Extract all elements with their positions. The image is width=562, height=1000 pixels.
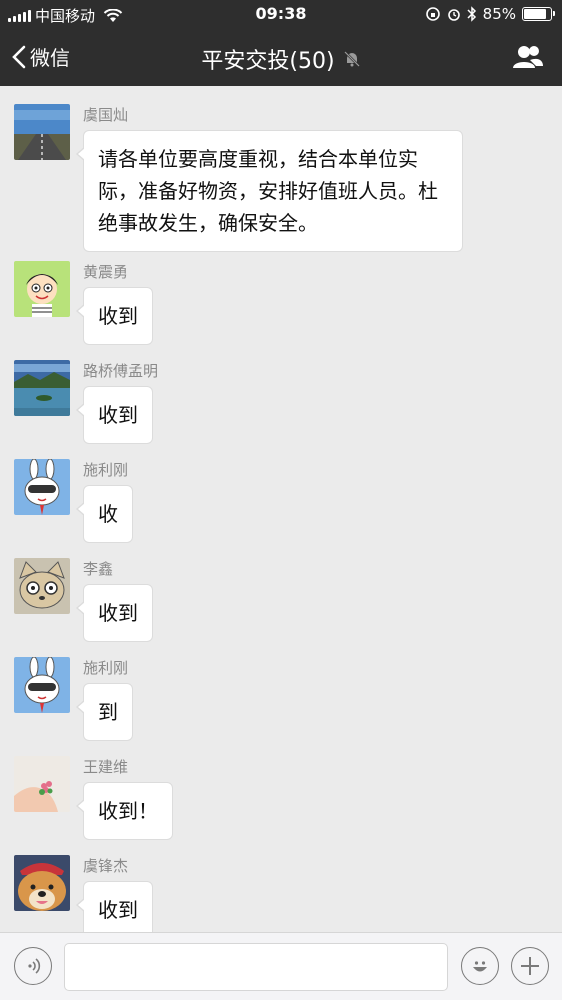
emoji-button[interactable]: [461, 947, 499, 985]
avatar[interactable]: [14, 855, 70, 911]
sender-name: 施利刚: [83, 659, 129, 677]
chat-title-text: 平安交投(50): [201, 49, 335, 74]
voice-button[interactable]: [14, 947, 52, 985]
cartoon-rabbit-avatar: [14, 459, 70, 515]
avatar[interactable]: [14, 104, 70, 160]
chat-title: 平安交投(50): [0, 43, 562, 75]
road-landscape-avatar: [14, 104, 70, 160]
message-bubble[interactable]: 收到: [76, 287, 153, 345]
battery-icon: [522, 7, 555, 21]
avatar[interactable]: [14, 558, 70, 614]
cartoon-rabbit-avatar: [14, 657, 70, 713]
alarm-icon: [447, 9, 460, 21]
voice-icon: [28, 958, 41, 974]
rotation-lock-icon: [425, 7, 440, 21]
sender-name: 王建维: [83, 758, 129, 776]
message-list[interactable]: 虞国灿 请各单位要高度重视，结合本单位实际，准备好物资，安排好值班人员。杜绝事故…: [0, 86, 562, 932]
message-bubble[interactable]: 收到: [76, 584, 153, 642]
nav-bar: 微信 平安交投(50): [0, 30, 562, 86]
cartoon-cat-avatar: [14, 558, 70, 614]
message-bubble[interactable]: 请各单位要高度重视，结合本单位实际，准备好物资，安排好值班人员。杜绝事故发生，确…: [76, 130, 463, 252]
avatar[interactable]: [14, 261, 70, 317]
status-right: 85%: [425, 5, 555, 23]
message-bubble[interactable]: 收到！: [76, 782, 173, 840]
message-bubble[interactable]: 收到: [76, 386, 153, 444]
sender-name: 李鑫: [83, 560, 114, 578]
avatar[interactable]: [14, 657, 70, 713]
sender-name: 路桥傅孟明: [83, 362, 159, 380]
avatar[interactable]: [14, 360, 70, 416]
lake-landscape-avatar: [14, 360, 70, 416]
message-bubble[interactable]: 收到: [76, 881, 153, 932]
plus-icon: [521, 957, 539, 975]
group-info-button[interactable]: [512, 44, 544, 74]
dog-photo-avatar: [14, 855, 70, 911]
sender-name: 黄震勇: [83, 263, 129, 281]
message-bubble[interactable]: 收: [76, 485, 133, 543]
message-bubble[interactable]: 到: [76, 683, 133, 741]
bluetooth-icon: [467, 6, 476, 22]
sender-name: 虞国灿: [83, 106, 129, 124]
cartoon-boy-avatar: [14, 261, 70, 317]
avatar[interactable]: [14, 756, 70, 812]
hand-flower-avatar: [14, 756, 70, 812]
chat-input-bar: [0, 932, 562, 1000]
emoji-icon: [473, 961, 487, 972]
group-members-icon: [513, 46, 543, 68]
message-input[interactable]: [64, 943, 448, 991]
mute-bell-icon: [343, 51, 360, 67]
sender-name: 虞锋杰: [83, 857, 129, 875]
sender-name: 施利刚: [83, 461, 129, 479]
more-button[interactable]: [511, 947, 549, 985]
avatar[interactable]: [14, 459, 70, 515]
battery-fill: [524, 9, 547, 19]
status-bar: 中国移动 09:38 85%: [0, 0, 562, 30]
battery-percent: 85%: [482, 5, 516, 23]
